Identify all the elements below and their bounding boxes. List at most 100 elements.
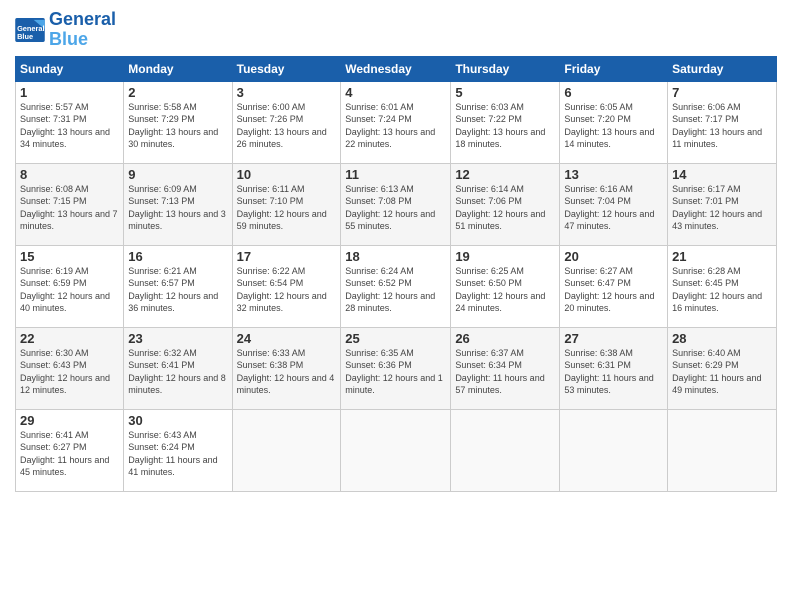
calendar-table: SundayMondayTuesdayWednesdayThursdayFrid… [15, 56, 777, 492]
day-number: 26 [455, 331, 555, 346]
calendar-cell: 15 Sunrise: 6:19 AM Sunset: 6:59 PM Dayl… [16, 245, 124, 327]
calendar-cell [668, 409, 777, 491]
calendar-cell: 10 Sunrise: 6:11 AM Sunset: 7:10 PM Dayl… [232, 163, 341, 245]
day-number: 7 [672, 85, 772, 100]
day-info: Sunrise: 6:27 AM Sunset: 6:47 PM Dayligh… [564, 265, 663, 315]
calendar-cell: 24 Sunrise: 6:33 AM Sunset: 6:38 PM Dayl… [232, 327, 341, 409]
day-number: 24 [237, 331, 337, 346]
weekday-header-tuesday: Tuesday [232, 56, 341, 81]
day-number: 3 [237, 85, 337, 100]
weekday-header-friday: Friday [560, 56, 668, 81]
day-info: Sunrise: 6:13 AM Sunset: 7:08 PM Dayligh… [345, 183, 446, 233]
calendar-cell [451, 409, 560, 491]
calendar-cell: 5 Sunrise: 6:03 AM Sunset: 7:22 PM Dayli… [451, 81, 560, 163]
day-number: 9 [128, 167, 227, 182]
day-number: 1 [20, 85, 119, 100]
day-info: Sunrise: 5:58 AM Sunset: 7:29 PM Dayligh… [128, 101, 227, 151]
calendar-cell: 11 Sunrise: 6:13 AM Sunset: 7:08 PM Dayl… [341, 163, 451, 245]
day-number: 4 [345, 85, 446, 100]
weekday-header-wednesday: Wednesday [341, 56, 451, 81]
day-number: 18 [345, 249, 446, 264]
calendar-cell: 14 Sunrise: 6:17 AM Sunset: 7:01 PM Dayl… [668, 163, 777, 245]
day-number: 8 [20, 167, 119, 182]
day-info: Sunrise: 6:22 AM Sunset: 6:54 PM Dayligh… [237, 265, 337, 315]
calendar-cell: 27 Sunrise: 6:38 AM Sunset: 6:31 PM Dayl… [560, 327, 668, 409]
calendar-cell: 16 Sunrise: 6:21 AM Sunset: 6:57 PM Dayl… [124, 245, 232, 327]
day-number: 23 [128, 331, 227, 346]
day-info: Sunrise: 6:43 AM Sunset: 6:24 PM Dayligh… [128, 429, 227, 479]
calendar-cell: 9 Sunrise: 6:09 AM Sunset: 7:13 PM Dayli… [124, 163, 232, 245]
calendar-cell: 30 Sunrise: 6:43 AM Sunset: 6:24 PM Dayl… [124, 409, 232, 491]
calendar-cell: 3 Sunrise: 6:00 AM Sunset: 7:26 PM Dayli… [232, 81, 341, 163]
calendar-cell [560, 409, 668, 491]
day-number: 2 [128, 85, 227, 100]
calendar-cell: 22 Sunrise: 6:30 AM Sunset: 6:43 PM Dayl… [16, 327, 124, 409]
day-info: Sunrise: 6:21 AM Sunset: 6:57 PM Dayligh… [128, 265, 227, 315]
day-number: 11 [345, 167, 446, 182]
day-info: Sunrise: 6:03 AM Sunset: 7:22 PM Dayligh… [455, 101, 555, 151]
day-info: Sunrise: 6:33 AM Sunset: 6:38 PM Dayligh… [237, 347, 337, 397]
day-number: 10 [237, 167, 337, 182]
day-info: Sunrise: 6:37 AM Sunset: 6:34 PM Dayligh… [455, 347, 555, 397]
day-info: Sunrise: 6:08 AM Sunset: 7:15 PM Dayligh… [20, 183, 119, 233]
day-info: Sunrise: 6:24 AM Sunset: 6:52 PM Dayligh… [345, 265, 446, 315]
calendar-cell: 18 Sunrise: 6:24 AM Sunset: 6:52 PM Dayl… [341, 245, 451, 327]
day-info: Sunrise: 6:41 AM Sunset: 6:27 PM Dayligh… [20, 429, 119, 479]
day-number: 21 [672, 249, 772, 264]
calendar-cell: 2 Sunrise: 5:58 AM Sunset: 7:29 PM Dayli… [124, 81, 232, 163]
weekday-header-monday: Monday [124, 56, 232, 81]
day-info: Sunrise: 6:28 AM Sunset: 6:45 PM Dayligh… [672, 265, 772, 315]
logo-text: General [49, 10, 116, 30]
calendar-cell: 4 Sunrise: 6:01 AM Sunset: 7:24 PM Dayli… [341, 81, 451, 163]
day-info: Sunrise: 6:17 AM Sunset: 7:01 PM Dayligh… [672, 183, 772, 233]
logo-icon: General Blue [15, 18, 45, 42]
calendar-cell: 21 Sunrise: 6:28 AM Sunset: 6:45 PM Dayl… [668, 245, 777, 327]
day-info: Sunrise: 6:14 AM Sunset: 7:06 PM Dayligh… [455, 183, 555, 233]
calendar-cell: 17 Sunrise: 6:22 AM Sunset: 6:54 PM Dayl… [232, 245, 341, 327]
weekday-header-saturday: Saturday [668, 56, 777, 81]
day-number: 25 [345, 331, 446, 346]
day-number: 13 [564, 167, 663, 182]
day-info: Sunrise: 6:11 AM Sunset: 7:10 PM Dayligh… [237, 183, 337, 233]
logo-subtext: Blue [49, 30, 116, 50]
calendar-cell: 19 Sunrise: 6:25 AM Sunset: 6:50 PM Dayl… [451, 245, 560, 327]
day-info: Sunrise: 6:25 AM Sunset: 6:50 PM Dayligh… [455, 265, 555, 315]
calendar-cell: 13 Sunrise: 6:16 AM Sunset: 7:04 PM Dayl… [560, 163, 668, 245]
day-number: 30 [128, 413, 227, 428]
calendar-cell [232, 409, 341, 491]
day-info: Sunrise: 6:05 AM Sunset: 7:20 PM Dayligh… [564, 101, 663, 151]
calendar-cell: 6 Sunrise: 6:05 AM Sunset: 7:20 PM Dayli… [560, 81, 668, 163]
day-number: 20 [564, 249, 663, 264]
calendar-cell [341, 409, 451, 491]
day-number: 15 [20, 249, 119, 264]
day-info: Sunrise: 6:00 AM Sunset: 7:26 PM Dayligh… [237, 101, 337, 151]
day-info: Sunrise: 6:35 AM Sunset: 6:36 PM Dayligh… [345, 347, 446, 397]
logo: General Blue General Blue [15, 10, 116, 50]
calendar-cell: 25 Sunrise: 6:35 AM Sunset: 6:36 PM Dayl… [341, 327, 451, 409]
day-info: Sunrise: 6:40 AM Sunset: 6:29 PM Dayligh… [672, 347, 772, 397]
day-number: 27 [564, 331, 663, 346]
day-number: 17 [237, 249, 337, 264]
day-number: 12 [455, 167, 555, 182]
calendar-cell: 28 Sunrise: 6:40 AM Sunset: 6:29 PM Dayl… [668, 327, 777, 409]
day-info: Sunrise: 5:57 AM Sunset: 7:31 PM Dayligh… [20, 101, 119, 151]
day-number: 14 [672, 167, 772, 182]
day-info: Sunrise: 6:06 AM Sunset: 7:17 PM Dayligh… [672, 101, 772, 151]
day-info: Sunrise: 6:19 AM Sunset: 6:59 PM Dayligh… [20, 265, 119, 315]
calendar-cell: 26 Sunrise: 6:37 AM Sunset: 6:34 PM Dayl… [451, 327, 560, 409]
day-info: Sunrise: 6:01 AM Sunset: 7:24 PM Dayligh… [345, 101, 446, 151]
calendar-cell: 23 Sunrise: 6:32 AM Sunset: 6:41 PM Dayl… [124, 327, 232, 409]
weekday-header-thursday: Thursday [451, 56, 560, 81]
day-info: Sunrise: 6:32 AM Sunset: 6:41 PM Dayligh… [128, 347, 227, 397]
day-info: Sunrise: 6:09 AM Sunset: 7:13 PM Dayligh… [128, 183, 227, 233]
day-number: 5 [455, 85, 555, 100]
calendar-cell: 7 Sunrise: 6:06 AM Sunset: 7:17 PM Dayli… [668, 81, 777, 163]
weekday-header-sunday: Sunday [16, 56, 124, 81]
calendar-cell: 8 Sunrise: 6:08 AM Sunset: 7:15 PM Dayli… [16, 163, 124, 245]
day-number: 19 [455, 249, 555, 264]
calendar-cell: 20 Sunrise: 6:27 AM Sunset: 6:47 PM Dayl… [560, 245, 668, 327]
day-number: 6 [564, 85, 663, 100]
day-number: 29 [20, 413, 119, 428]
calendar-cell: 12 Sunrise: 6:14 AM Sunset: 7:06 PM Dayl… [451, 163, 560, 245]
svg-text:Blue: Blue [17, 32, 33, 41]
